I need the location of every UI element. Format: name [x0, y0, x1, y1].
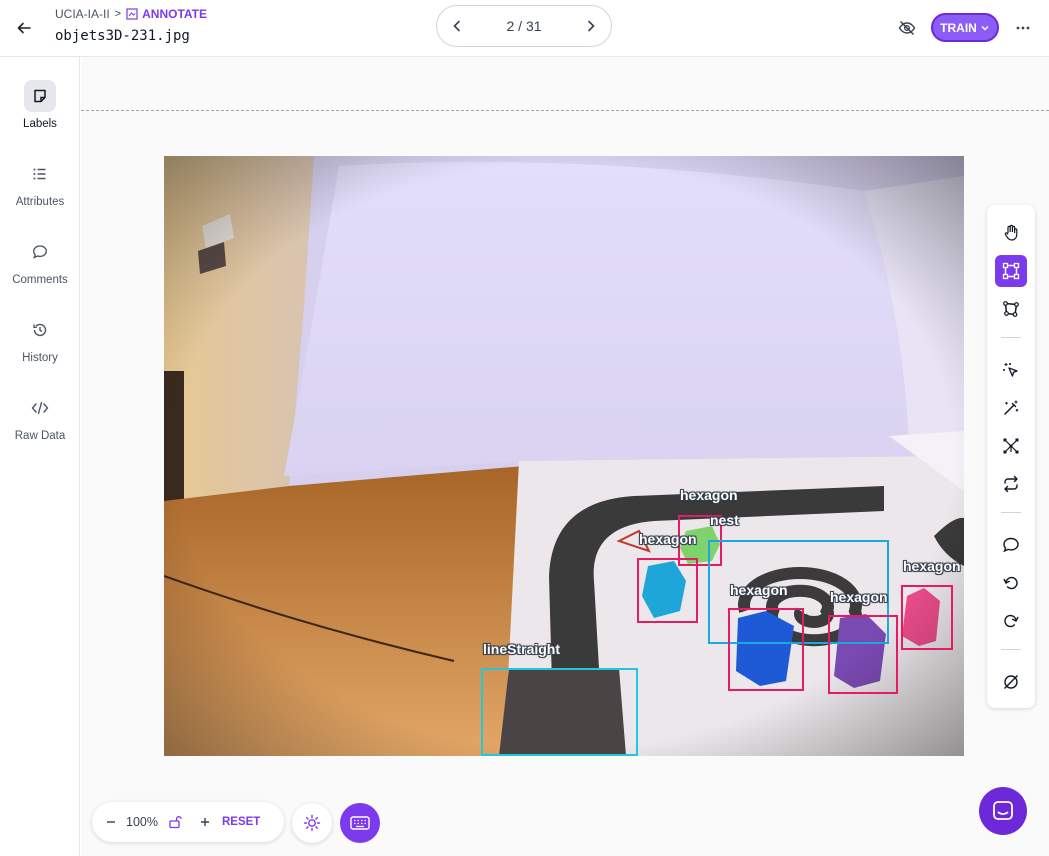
- bbox-label: hexagon: [903, 558, 961, 574]
- list-icon: [24, 158, 56, 190]
- speech-bubble-icon: [1003, 537, 1019, 553]
- speech-bubble-icon: [24, 236, 56, 268]
- bounding-box-tool-button[interactable]: [995, 255, 1027, 287]
- keypoints-icon: [1003, 438, 1019, 454]
- breadcrumb-project[interactable]: UCIA-IA-II: [55, 7, 110, 21]
- bbox-hexagon-blue[interactable]: [728, 608, 804, 691]
- bbox-label: hexagon: [730, 582, 788, 598]
- chevron-left-icon: [453, 20, 460, 32]
- bbox-hexagon-purple[interactable]: [828, 615, 898, 694]
- bbox-label: hexagon: [639, 531, 697, 547]
- hand-icon: [1004, 224, 1018, 241]
- unlock-icon: [169, 816, 182, 829]
- eye-off-icon: [898, 21, 916, 35]
- chevron-right-icon: [588, 20, 595, 32]
- hide-annotations-button[interactable]: [896, 17, 918, 39]
- train-button[interactable]: TRAIN: [931, 13, 999, 42]
- keyboard-icon: [350, 816, 370, 830]
- zoom-out-button[interactable]: [106, 817, 116, 827]
- annotate-icon: [126, 8, 138, 20]
- bbox-hexagon-cyan[interactable]: [637, 558, 698, 623]
- next-image-button[interactable]: [583, 18, 599, 34]
- breadcrumb-mode-label: ANNOTATE: [142, 7, 207, 21]
- magic-wand-tool-button[interactable]: [995, 392, 1027, 424]
- breadcrumb: UCIA-IA-II > ANNOTATE: [55, 7, 207, 21]
- sidebar-item-label: Labels: [23, 118, 57, 130]
- sidebar-item-label: Comments: [12, 274, 68, 286]
- bbox-label: hexagon: [830, 589, 888, 605]
- redo-button[interactable]: [995, 605, 1027, 637]
- ellipsis-icon: [1016, 26, 1030, 30]
- sidebar-item-history[interactable]: History: [0, 314, 80, 364]
- sidebar-item-label: History: [22, 352, 58, 364]
- chevron-down-icon: [981, 25, 989, 31]
- redo-icon: [1004, 614, 1019, 628]
- sidebar-item-raw-data[interactable]: Raw Data: [0, 392, 80, 442]
- sticky-note-icon: [24, 80, 56, 112]
- chat-icon: [993, 801, 1013, 820]
- reset-zoom-button[interactable]: RESET: [222, 816, 260, 828]
- keypoints-tool-button[interactable]: [995, 430, 1027, 462]
- annotated-image[interactable]: hexagon nest hexagon hexagon hexagon hex…: [164, 156, 964, 756]
- zoom-in-button[interactable]: [200, 817, 210, 827]
- sidebar-item-label: Attributes: [15, 196, 65, 208]
- bbox-line-straight[interactable]: [481, 668, 638, 756]
- comment-tool-button[interactable]: [995, 529, 1027, 561]
- bbox-label: hexagon: [680, 487, 738, 503]
- pager-position: 2 / 31: [506, 18, 542, 34]
- sidebar-item-comments[interactable]: Comments: [0, 236, 80, 286]
- sidebar-item-label: Raw Data: [14, 430, 66, 442]
- left-sidebar: Labels Attributes Comments History Raw D…: [0, 57, 80, 856]
- magic-wand-icon: [1004, 400, 1019, 415]
- zoom-controls: 100% RESET: [92, 802, 284, 842]
- minus-icon: [107, 821, 115, 823]
- bbox-hexagon-pink[interactable]: [901, 585, 953, 650]
- magic-cursor-icon: [1003, 363, 1018, 377]
- pan-tool-button[interactable]: [995, 217, 1027, 249]
- polygon-tool-button[interactable]: [995, 293, 1027, 325]
- undo-button[interactable]: [995, 567, 1027, 599]
- empty-set-icon: [1004, 675, 1018, 689]
- repeat-tool-button[interactable]: [995, 468, 1027, 500]
- file-name: objets3D-231.jpg: [55, 28, 190, 44]
- plus-icon: [200, 818, 209, 826]
- previous-image-button[interactable]: [449, 18, 465, 34]
- repeat-icon: [1004, 475, 1018, 493]
- undo-icon: [1003, 576, 1018, 590]
- more-options-button[interactable]: [1012, 17, 1034, 39]
- back-arrow-icon[interactable]: [12, 16, 36, 40]
- top-header: UCIA-IA-II > ANNOTATE objets3D-231.jpg 2…: [0, 0, 1049, 57]
- bounding-box-icon: [1002, 262, 1020, 280]
- keyboard-shortcuts-button[interactable]: [340, 803, 380, 843]
- brightness-button[interactable]: [292, 803, 332, 843]
- null-annotation-button[interactable]: [995, 666, 1027, 698]
- annotation-canvas[interactable]: hexagon nest hexagon hexagon hexagon hex…: [81, 57, 1049, 856]
- annotation-toolbar: [987, 205, 1035, 708]
- polygon-icon: [1003, 301, 1019, 317]
- history-icon: [24, 314, 56, 346]
- zoom-lock-button[interactable]: [168, 815, 182, 829]
- toolbar-divider: [1001, 512, 1021, 513]
- image-pager: 2 / 31: [436, 5, 612, 47]
- code-icon: [24, 392, 56, 424]
- zoom-level: 100%: [126, 815, 158, 829]
- breadcrumb-mode: ANNOTATE: [126, 7, 207, 21]
- sidebar-item-attributes[interactable]: Attributes: [0, 158, 80, 208]
- train-label: TRAIN: [940, 20, 977, 35]
- sidebar-item-labels[interactable]: Labels: [0, 80, 80, 130]
- bbox-label: nest: [710, 512, 739, 528]
- bbox-label: lineStraight: [483, 641, 561, 657]
- support-chat-button[interactable]: [979, 787, 1027, 835]
- toolbar-divider: [1001, 337, 1021, 338]
- breadcrumb-separator: >: [114, 8, 122, 20]
- smart-select-tool-button[interactable]: [995, 354, 1027, 386]
- toolbar-divider: [1001, 649, 1021, 650]
- sun-icon: [303, 814, 321, 832]
- canvas-boundary-line: [81, 110, 1049, 111]
